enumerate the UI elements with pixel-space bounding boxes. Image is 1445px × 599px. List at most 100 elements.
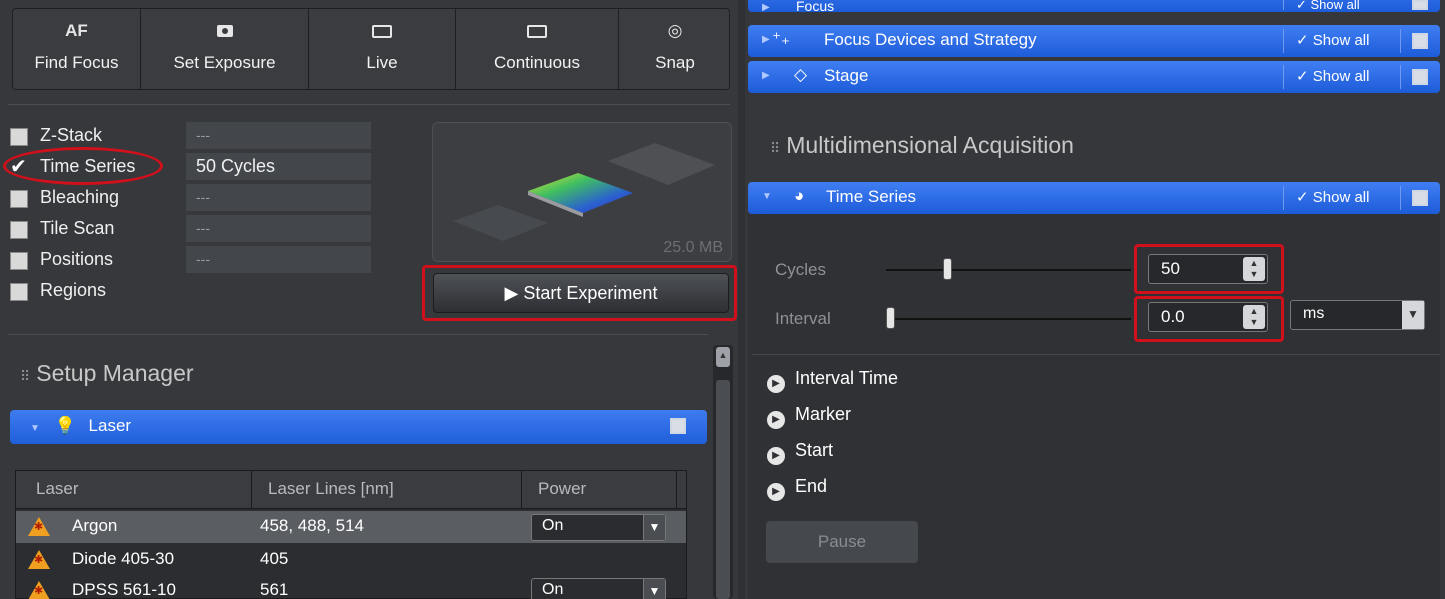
laser-name: Diode 405-30 xyxy=(72,549,175,568)
expand-arrow-icon: ▶ xyxy=(767,375,785,393)
snap-label: Snap xyxy=(655,53,695,72)
interval-unit-select[interactable]: ms ▼ xyxy=(1290,300,1425,330)
time-series-section-header[interactable]: ▼ ◕ Time Series ✓ Show all xyxy=(748,182,1440,214)
table-row[interactable]: DPSS 561-10 561 On▼ xyxy=(16,575,686,599)
cycles-label: Cycles xyxy=(775,260,827,279)
tile-scan-value: --- xyxy=(186,215,371,242)
column-header-power: Power xyxy=(538,479,587,498)
interval-time-section[interactable]: ▶ Interval Time xyxy=(767,368,898,393)
laser-lines: 405 xyxy=(260,549,289,568)
video-icon xyxy=(309,21,455,43)
positions-checkbox[interactable] xyxy=(10,252,28,270)
af-icon: AF xyxy=(65,21,88,40)
positions-label: Positions xyxy=(40,249,114,269)
collapse-triangle-icon: ▼ xyxy=(762,191,772,202)
table-row[interactable]: Argon 458, 488, 514 On▼ xyxy=(16,511,686,543)
continuous-label: Continuous xyxy=(493,53,580,72)
stage-section-header[interactable]: ▶ ◇ Stage ✓ Show all xyxy=(748,61,1440,93)
grip-icon: ⠿ xyxy=(770,140,781,156)
regions-label: Regions xyxy=(40,280,107,300)
time-series-highlight xyxy=(3,147,163,185)
zstack-row: Z-Stack --- xyxy=(10,122,390,150)
interval-label: Interval xyxy=(775,309,831,328)
focus-devices-section-header[interactable]: ▶ ⁺₊ Focus Devices and Strategy ✓ Show a… xyxy=(748,25,1440,57)
power-select[interactable]: On ▼ xyxy=(531,514,666,541)
tile-scan-row: Tile Scan --- xyxy=(10,215,390,243)
regions-row: Regions xyxy=(10,277,390,305)
chevron-down-icon: ▼ xyxy=(643,515,665,540)
continuous-button[interactable]: Continuous xyxy=(456,9,619,89)
cycles-highlight xyxy=(1134,244,1284,294)
laser-section-header[interactable]: ▼ 💡 Laser xyxy=(10,410,707,444)
table-row[interactable]: Diode 405-30 405 xyxy=(16,544,686,576)
time-series-header-label: Time Series xyxy=(826,187,917,206)
collapse-triangle-icon: ▼ xyxy=(30,423,40,434)
stage-header-label: Stage xyxy=(824,66,869,85)
cycles-slider-track[interactable] xyxy=(886,269,1131,271)
laser-lines: 458, 488, 514 xyxy=(260,516,364,535)
snap-button[interactable]: ◎ Snap xyxy=(619,9,729,89)
expand-triangle-icon: ▶ xyxy=(762,2,770,13)
popout-icon[interactable] xyxy=(1412,190,1428,206)
time-series-value: 50 Cycles xyxy=(186,153,371,180)
laser-table: Laser Laser Lines [nm] Power Argon 458, … xyxy=(15,470,687,599)
live-button[interactable]: Live xyxy=(309,9,456,89)
expand-triangle-icon: ▶ xyxy=(762,34,770,45)
cycles-slider-thumb[interactable] xyxy=(943,258,952,280)
interval-slider-track[interactable] xyxy=(886,318,1131,320)
show-all-toggle[interactable]: ✓ Show all xyxy=(1296,31,1369,49)
popout-icon[interactable] xyxy=(1412,33,1428,49)
laser-name: Argon xyxy=(72,516,118,535)
laser-warning-icon xyxy=(28,550,50,569)
popout-icon[interactable] xyxy=(1412,69,1428,85)
zstack-checkbox[interactable] xyxy=(10,128,28,146)
scroll-thumb[interactable] xyxy=(716,380,730,599)
start-experiment-highlight xyxy=(422,265,737,321)
marker-section[interactable]: ▶ Marker xyxy=(767,404,851,429)
expand-arrow-icon: ▶ xyxy=(767,483,785,501)
power-select[interactable]: On ▼ xyxy=(531,578,666,599)
end-section[interactable]: ▶ End xyxy=(767,476,827,501)
start-section[interactable]: ▶ Start xyxy=(767,440,833,465)
tile-scan-label: Tile Scan xyxy=(40,218,115,238)
expand-triangle-icon: ▶ xyxy=(762,70,770,81)
interval-slider-thumb[interactable] xyxy=(886,307,895,329)
zstack-value: --- xyxy=(186,122,371,149)
divider xyxy=(8,334,708,335)
focus-devices-header-label: Focus Devices and Strategy xyxy=(824,30,1037,49)
set-exposure-button[interactable]: Set Exposure xyxy=(141,9,309,89)
show-all-toggle[interactable]: ✓ Show all xyxy=(1296,67,1369,85)
acquisition-toolbar: AF Find Focus Set Exposure Live Continuo… xyxy=(12,8,730,90)
find-focus-label: Find Focus xyxy=(34,53,119,72)
data-size-label: 25.0 MB xyxy=(663,239,723,256)
popout-icon[interactable] xyxy=(1412,0,1428,10)
laser-table-header: Laser Laser Lines [nm] Power xyxy=(16,471,686,509)
stack-preview-graphic xyxy=(453,143,715,241)
focus-header-label: Focus xyxy=(796,0,835,14)
column-header-laser-lines: Laser Lines [nm] xyxy=(268,479,394,498)
bleaching-value: --- xyxy=(186,184,371,211)
scroll-up-icon[interactable]: ▲ xyxy=(716,347,730,367)
setup-manager-title: ⠿ Setup Manager xyxy=(20,360,194,386)
positions-row: Positions --- xyxy=(10,246,390,274)
pause-button[interactable]: Pause xyxy=(766,521,918,563)
show-all-toggle[interactable]: ✓ Show all xyxy=(1296,188,1369,206)
find-focus-button[interactable]: AF Find Focus xyxy=(13,9,141,89)
tile-scan-checkbox[interactable] xyxy=(10,221,28,239)
show-all-toggle[interactable]: ✓ Show all xyxy=(1296,0,1360,13)
stage-icon: ◇ xyxy=(794,65,808,84)
expand-arrow-icon: ▶ xyxy=(767,447,785,465)
divider xyxy=(752,354,1440,355)
bulb-icon: 💡 xyxy=(54,416,76,435)
video-icon xyxy=(456,21,618,43)
bleaching-row: Bleaching --- xyxy=(10,184,390,212)
laser-warning-icon xyxy=(28,581,50,599)
chevron-down-icon: ▼ xyxy=(1402,301,1424,329)
column-header-laser: Laser xyxy=(36,479,79,498)
set-exposure-label: Set Exposure xyxy=(173,53,276,72)
popout-icon[interactable] xyxy=(670,418,686,434)
regions-checkbox[interactable] xyxy=(10,283,28,301)
bleaching-checkbox[interactable] xyxy=(10,190,28,208)
zstack-label: Z-Stack xyxy=(40,125,103,145)
focus-section-header[interactable]: ▶ Focus ✓ Show all xyxy=(748,0,1440,14)
